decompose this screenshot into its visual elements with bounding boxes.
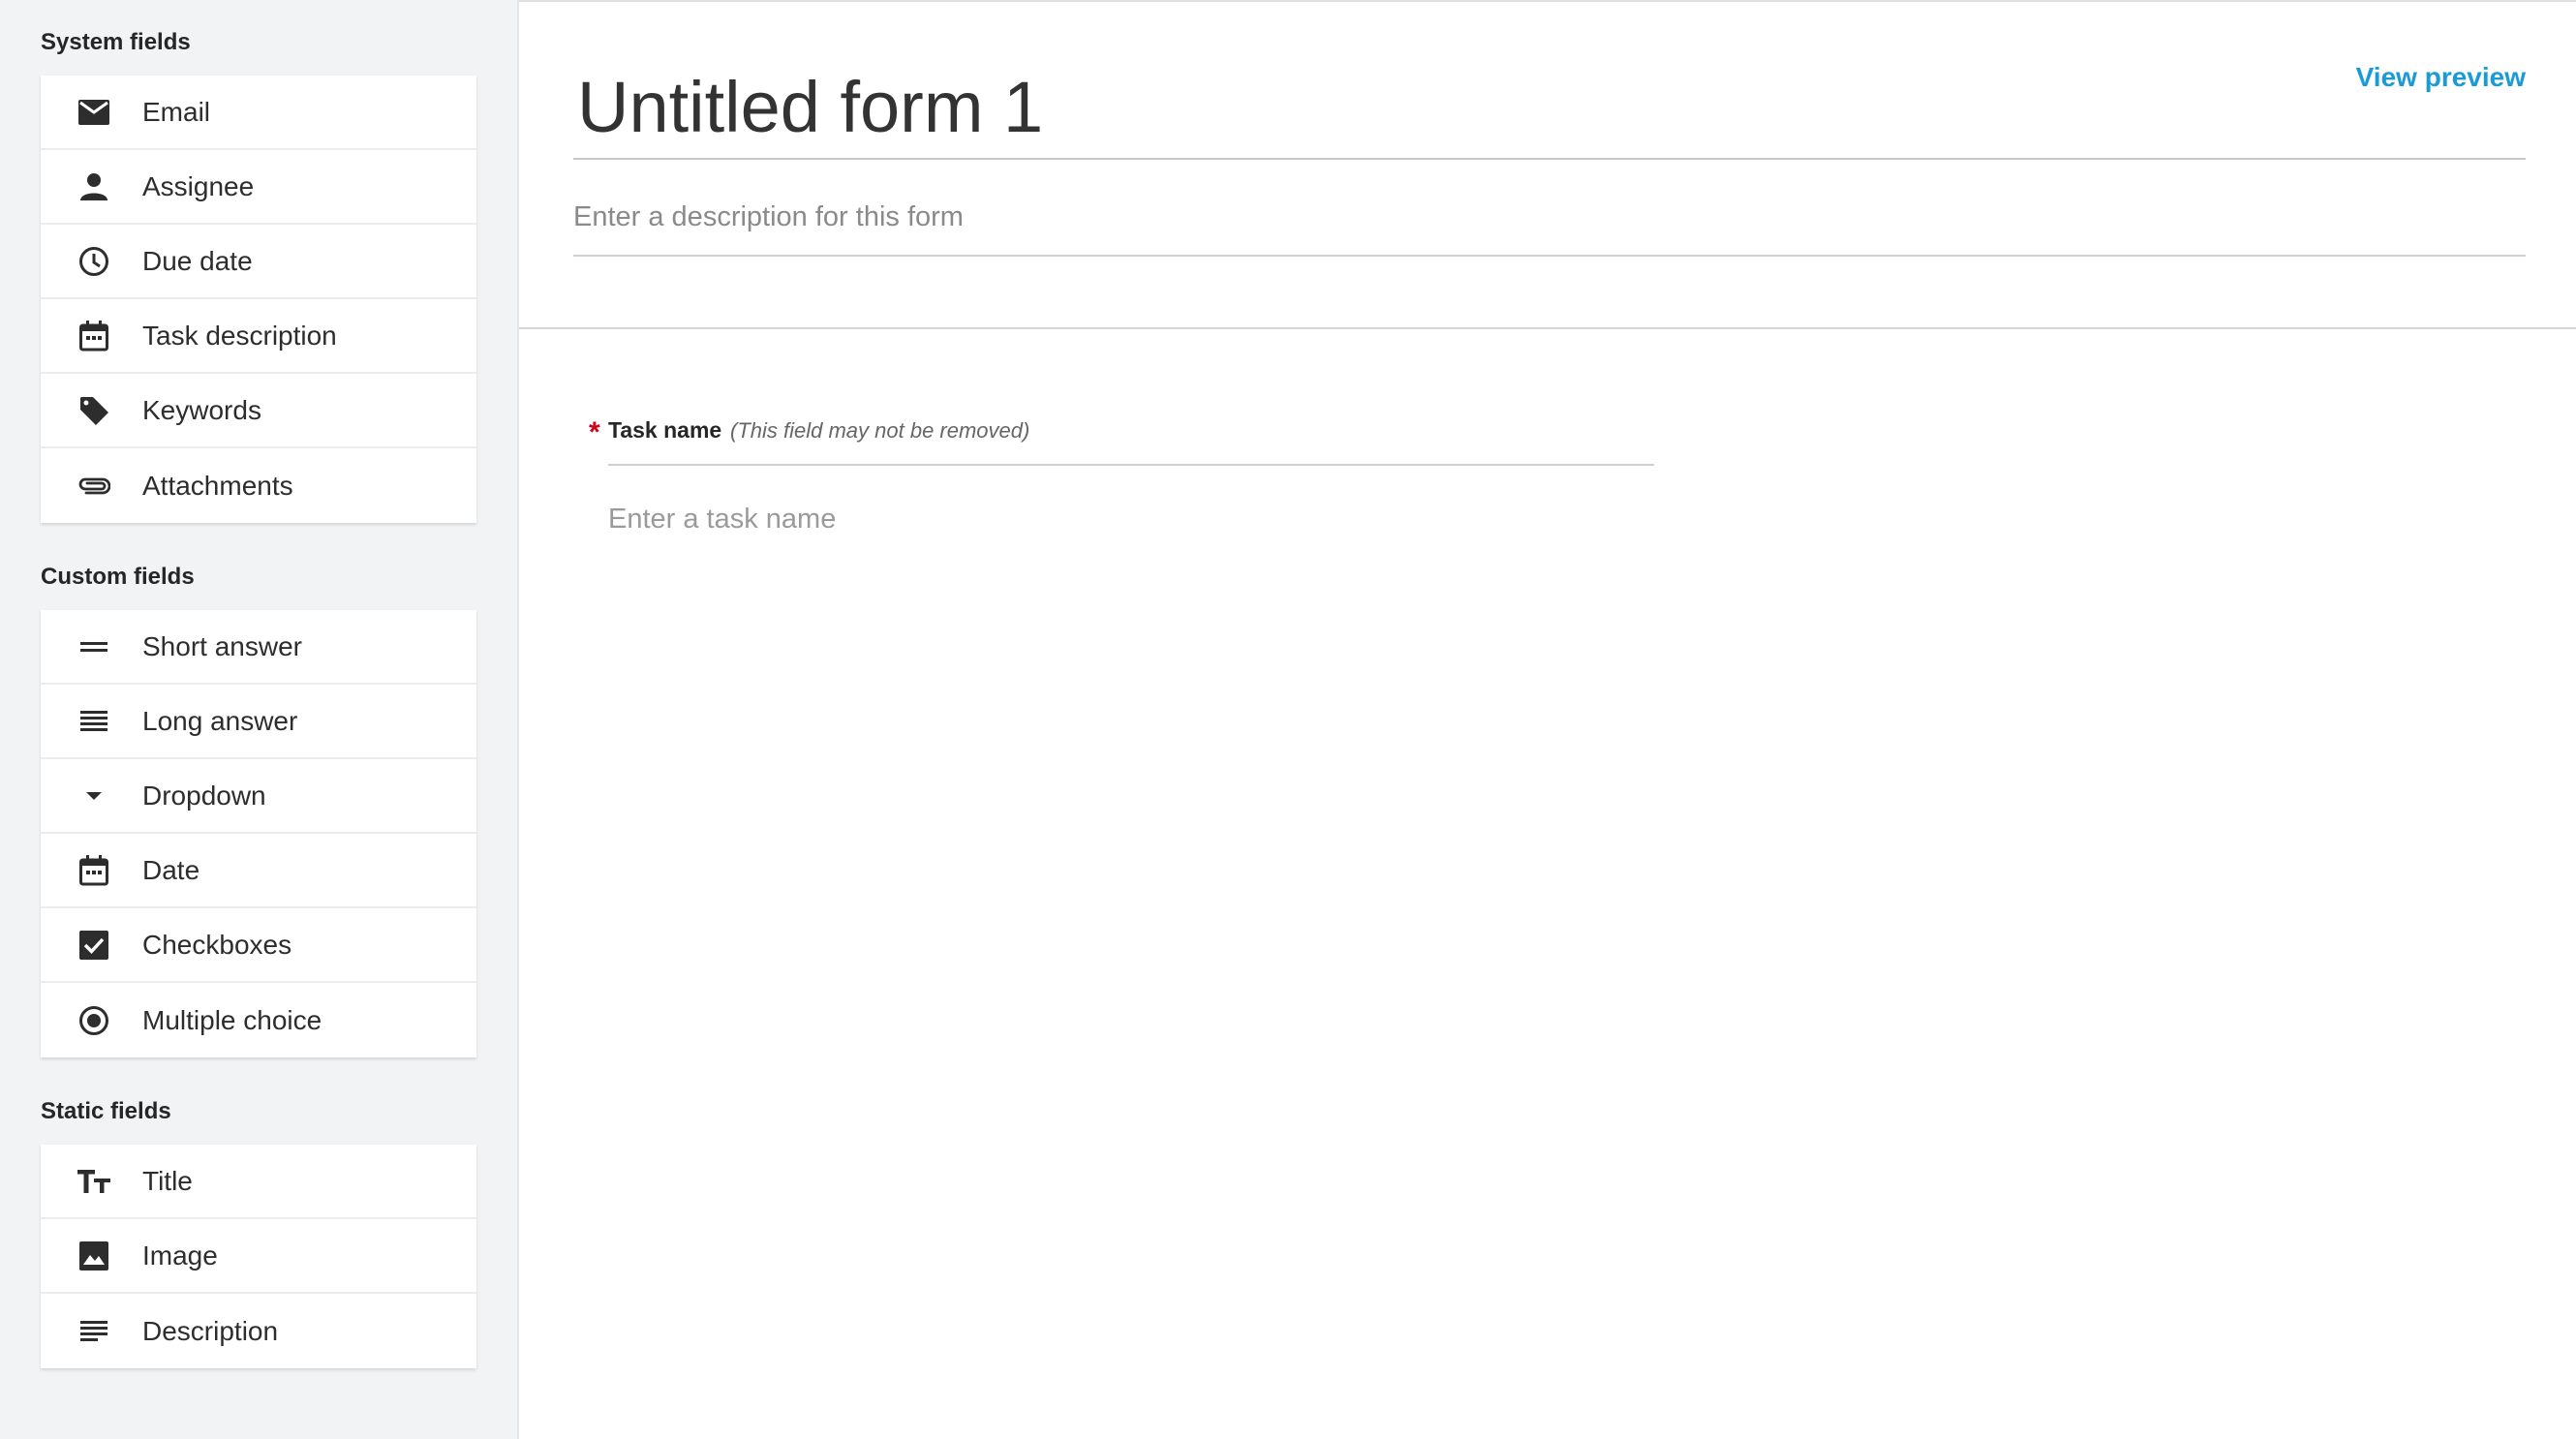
system-fields-list: Email Assignee Due date Task description — [41, 76, 476, 523]
field-option-label: Checkboxes — [142, 929, 292, 960]
task-name-input[interactable]: Enter a task name — [608, 504, 836, 536]
field-option-short-answer[interactable]: Short answer — [41, 610, 476, 685]
field-option-checkboxes[interactable]: Checkboxes — [41, 908, 476, 983]
field-palette-sidebar: System fields Email Assignee Due date Ta… — [0, 0, 519, 1439]
field-option-label: Title — [142, 1165, 193, 1196]
short-answer-icon — [77, 630, 110, 663]
system-fields-heading: System fields — [41, 29, 191, 55]
field-option-label: Due date — [142, 245, 253, 276]
description-icon — [77, 1315, 110, 1348]
image-icon — [77, 1240, 110, 1272]
email-icon — [77, 96, 110, 129]
static-fields-heading: Static fields — [41, 1098, 171, 1124]
header-separator — [519, 327, 2576, 329]
form-title-underline — [573, 158, 2526, 160]
clock-icon — [77, 245, 110, 278]
task-name-label: Task name — [608, 417, 722, 443]
field-option-label: Keywords — [142, 394, 261, 425]
view-preview-link[interactable]: View preview — [2356, 62, 2526, 93]
task-name-note: (This field may not be removed) — [730, 418, 1030, 443]
field-option-keywords[interactable]: Keywords — [41, 374, 476, 448]
text-size-icon — [77, 1165, 110, 1198]
field-option-label: Email — [142, 96, 211, 127]
field-option-label: Description — [142, 1315, 279, 1346]
field-option-attachments[interactable]: Attachments — [41, 448, 476, 523]
field-option-label: Long answer — [142, 705, 298, 736]
form-description-input[interactable]: Enter a description for this form — [573, 201, 2526, 233]
field-option-image[interactable]: Image — [41, 1219, 476, 1294]
required-asterisk: * — [589, 416, 600, 448]
long-answer-icon — [77, 705, 110, 738]
radio-icon — [77, 1004, 110, 1037]
field-option-label: Assignee — [142, 170, 255, 201]
form-editor: Untitled form 1 View preview Enter a des… — [519, 0, 2576, 1439]
person-icon — [77, 170, 110, 203]
field-option-label: Multiple choice — [142, 1004, 322, 1035]
field-option-title[interactable]: Title — [41, 1145, 476, 1219]
field-option-task-description[interactable]: Task description — [41, 299, 476, 374]
field-option-long-answer[interactable]: Long answer — [41, 685, 476, 759]
calendar-icon — [77, 854, 110, 887]
form-builder: System fields Email Assignee Due date Ta… — [0, 0, 2576, 1439]
field-option-label: Task description — [142, 320, 337, 351]
field-option-multiple-choice[interactable]: Multiple choice — [41, 983, 476, 1057]
field-option-label: Image — [142, 1240, 218, 1271]
field-option-description[interactable]: Description — [41, 1294, 476, 1368]
field-option-dropdown[interactable]: Dropdown — [41, 759, 476, 834]
custom-fields-heading: Custom fields — [41, 564, 195, 590]
tag-icon — [77, 394, 110, 427]
field-option-email[interactable]: Email — [41, 76, 476, 150]
field-option-due-date[interactable]: Due date — [41, 225, 476, 299]
paperclip-icon — [77, 470, 110, 503]
field-option-label: Dropdown — [142, 780, 266, 811]
calendar-icon — [77, 320, 110, 352]
caret-down-icon — [77, 780, 110, 812]
field-option-date[interactable]: Date — [41, 834, 476, 908]
field-option-label: Date — [142, 854, 200, 885]
checkbox-icon — [77, 929, 110, 962]
field-option-assignee[interactable]: Assignee — [41, 150, 476, 225]
form-description-underline — [573, 255, 2526, 257]
field-option-label: Attachments — [142, 470, 293, 501]
task-name-label-underline — [608, 464, 1654, 466]
custom-fields-list: Short answer Long answer Dropdown Date C… — [41, 610, 476, 1057]
static-fields-list: Title Image Description — [41, 1145, 476, 1368]
form-title-input[interactable]: Untitled form 1 — [577, 66, 1043, 148]
field-option-label: Short answer — [142, 630, 302, 661]
